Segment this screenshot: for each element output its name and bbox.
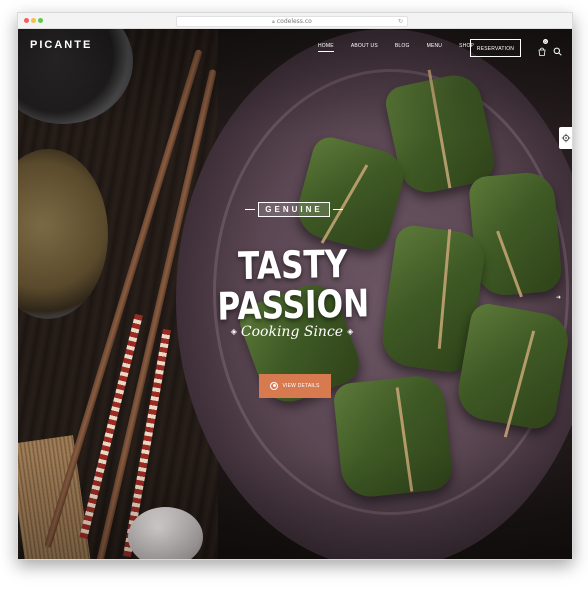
- view-details-label: VIEW DETAILS: [282, 383, 320, 389]
- cart-count-badge: 0: [543, 39, 548, 44]
- slider-pagination: [286, 549, 300, 560]
- diamond-icon: ◈: [347, 327, 354, 336]
- nav-item-blog[interactable]: BLOG: [395, 43, 410, 52]
- eye-icon: [270, 381, 279, 390]
- browser-window: 🔒︎ codeless.co ↻ PICANTE HOME ABOUT US B…: [17, 12, 573, 560]
- diamond-icon: ◈: [230, 327, 237, 336]
- hero-headline: TASTY PASSION: [217, 241, 370, 329]
- next-slide-arrow-icon[interactable]: ➜: [556, 294, 561, 301]
- nav-item-home[interactable]: HOME: [318, 43, 334, 52]
- zongzi-image: [332, 373, 454, 500]
- site-logo[interactable]: PICANTE: [30, 39, 92, 51]
- nav-item-menu[interactable]: MENU: [427, 43, 443, 52]
- browser-toolbar: 🔒︎ codeless.co ↻: [18, 13, 572, 29]
- lock-icon: 🔒︎: [272, 19, 275, 25]
- hero-subheadline-text: Cooking Since: [240, 324, 344, 340]
- gear-icon: [561, 133, 571, 143]
- reload-icon[interactable]: ↻: [398, 17, 403, 26]
- egg-image: [128, 507, 203, 559]
- hero-subheadline: ◈ Cooking Since ◈: [224, 323, 360, 341]
- address-bar-url: codeless.co: [276, 18, 312, 25]
- slide-dot[interactable]: [293, 559, 296, 560]
- view-details-button[interactable]: VIEW DETAILS: [259, 374, 331, 398]
- nav-item-about-us[interactable]: ABOUT US: [351, 43, 378, 52]
- close-window-button[interactable]: [24, 18, 29, 23]
- main-nav: HOME ABOUT US BLOG MENU SHOP: [318, 43, 491, 52]
- search-icon[interactable]: [553, 43, 562, 56]
- minimize-window-button[interactable]: [31, 18, 36, 23]
- search-icon-glyph: [553, 47, 562, 56]
- reservation-button[interactable]: RESERVATION: [470, 39, 521, 57]
- address-bar[interactable]: 🔒︎ codeless.co ↻: [176, 16, 408, 27]
- cart-icon[interactable]: 0: [538, 39, 548, 56]
- cart-icon-glyph: [538, 47, 546, 56]
- hero-badge: GENUINE: [245, 202, 343, 217]
- slide-dot[interactable]: [286, 559, 289, 560]
- maximize-window-button[interactable]: [38, 18, 43, 23]
- settings-panel-toggle[interactable]: [559, 127, 572, 149]
